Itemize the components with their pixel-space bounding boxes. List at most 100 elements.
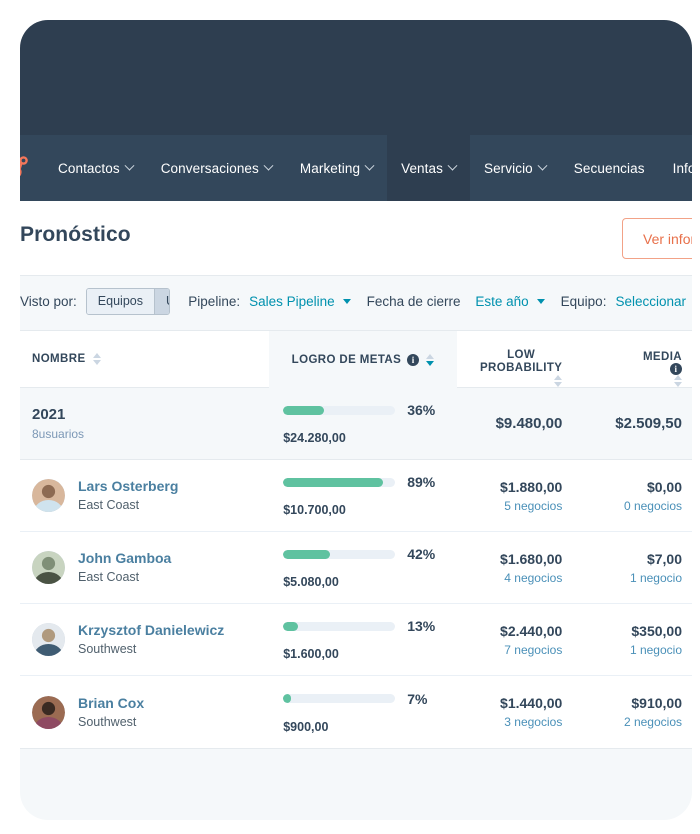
name-block: Lars Osterberg East Coast bbox=[78, 478, 178, 513]
top-dark-area bbox=[20, 20, 692, 135]
goal-amount: $24.280,00 bbox=[283, 431, 346, 445]
view-by-label: Visto por: bbox=[20, 293, 77, 309]
info-icon[interactable]: i bbox=[670, 363, 682, 375]
name-cell: Brian Cox Southwest bbox=[20, 695, 269, 730]
nav-item-secuencias[interactable]: Secuencias bbox=[560, 135, 659, 201]
person-name[interactable]: John Gamboa bbox=[78, 550, 171, 567]
summary-name-cell: 2021 8usuarios bbox=[20, 406, 269, 442]
sort-desc-icon bbox=[426, 360, 435, 366]
table-row[interactable]: Brian Cox Southwest 7% $900,00 $1.440,00 3 ne… bbox=[20, 676, 692, 748]
segment-option-usuarios[interactable]: Usuarios bbox=[153, 288, 170, 314]
avatar-brian bbox=[32, 695, 65, 729]
avatar-john bbox=[32, 551, 65, 584]
chevron-down-icon bbox=[447, 160, 458, 171]
media-deals-link[interactable]: 0 negocios bbox=[624, 499, 682, 513]
column-header-logro-de-metas[interactable]: LOGRO DE METAS i bbox=[269, 331, 457, 388]
table-row[interactable]: John Gamboa East Coast 42% $5.080,00 $1.680,… bbox=[20, 532, 692, 604]
summary-media-cell: $2.509,50 bbox=[576, 415, 692, 432]
sort-asc-icon bbox=[554, 375, 563, 380]
goal-cell: 42% $5.080,00 bbox=[269, 546, 456, 589]
low-deals-link[interactable]: 5 negocios bbox=[504, 499, 562, 513]
person-name[interactable]: Krzysztof Danielewicz bbox=[78, 622, 224, 639]
close-date-label: Fecha de cierre bbox=[366, 293, 461, 309]
media-cell: $910,00 2 negocios bbox=[576, 695, 692, 729]
low-probability-cell: $2.440,00 7 negocios bbox=[457, 623, 577, 657]
column-header-nombre[interactable]: NOMBRE bbox=[20, 331, 269, 387]
summary-name-block: 2021 8usuarios bbox=[32, 406, 84, 442]
chevron-down-icon bbox=[537, 160, 548, 171]
sort-desc-icon bbox=[674, 382, 682, 387]
name-block: Krzysztof Danielewicz Southwest bbox=[78, 622, 224, 657]
low-deals-link[interactable]: 4 negocios bbox=[504, 571, 562, 585]
low-amount: $9.480,00 bbox=[495, 415, 563, 432]
column-header-low-probability[interactable]: LOW PROBABILITY bbox=[457, 331, 577, 387]
nav-label: Servicio bbox=[483, 160, 533, 176]
chevron-down-icon bbox=[364, 160, 375, 171]
goal-amount: $900,00 bbox=[283, 719, 329, 734]
nav-item-conversaciones[interactable]: Conversaciones bbox=[147, 135, 286, 201]
progress-bar-fill bbox=[283, 477, 383, 487]
goal-amount: $1.600,00 bbox=[283, 647, 339, 661]
progress-bar bbox=[283, 694, 396, 703]
nav-label: Secuencias bbox=[573, 160, 645, 176]
person-name[interactable]: Lars Osterberg bbox=[78, 478, 178, 495]
progress-percent: 13% bbox=[407, 618, 436, 634]
summary-low-cell: $9.480,00 bbox=[457, 415, 577, 432]
low-deals-link[interactable]: 7 negocios bbox=[504, 643, 562, 657]
nav-item-ventas[interactable]: Ventas bbox=[387, 135, 470, 201]
progress-group: 13% bbox=[283, 618, 442, 634]
progress-bar bbox=[283, 405, 396, 415]
segment-option-equipos[interactable]: Equipos bbox=[86, 288, 154, 314]
table-row[interactable]: Lars Osterberg East Coast 89% $10.700,00 $1.… bbox=[20, 460, 692, 532]
nav-item-servicio[interactable]: Servicio bbox=[470, 135, 560, 201]
avatar-krzysztof bbox=[32, 623, 65, 656]
close-date-select[interactable]: Este año bbox=[475, 294, 528, 309]
pipeline-select[interactable]: Sales Pipeline bbox=[249, 294, 335, 309]
column-label: LOGRO DE METAS bbox=[291, 353, 402, 366]
info-icon[interactable]: i bbox=[407, 353, 420, 366]
nav-item-contactos[interactable]: Contactos bbox=[44, 135, 147, 201]
low-deals-link[interactable]: 3 negocios bbox=[504, 715, 562, 729]
chevron-down-icon[interactable] bbox=[536, 298, 545, 304]
chevron-down-icon[interactable] bbox=[342, 298, 351, 304]
nav-item-informes[interactable]: Informes bbox=[659, 135, 692, 201]
media-deals-link[interactable]: 1 negocio bbox=[630, 571, 682, 585]
media-deals-link[interactable]: 2 negocios bbox=[624, 715, 682, 729]
column-header-media[interactable]: MEDIA i bbox=[576, 331, 692, 387]
main-navigation: Contactos Conversaciones Marketing Venta… bbox=[20, 135, 692, 201]
goal-amount: $5.080,00 bbox=[283, 575, 339, 589]
sort-control[interactable] bbox=[554, 375, 563, 387]
media-deals-link[interactable]: 1 negocio bbox=[630, 643, 682, 657]
low-amount: $1.680,00 bbox=[500, 550, 563, 567]
sort-asc-icon bbox=[92, 353, 101, 358]
nav-label: Informes bbox=[672, 160, 692, 176]
media-cell: $7,00 1 negocio bbox=[576, 551, 692, 585]
nav-item-marketing[interactable]: Marketing bbox=[286, 135, 387, 201]
sort-asc-icon bbox=[674, 375, 682, 380]
progress-bar bbox=[283, 477, 396, 487]
table-body: Lars Osterberg East Coast 89% $10.700,00 $1.… bbox=[20, 460, 692, 748]
summary-user-count: 8usuarios bbox=[32, 426, 85, 441]
view-report-button[interactable]: Ver informe bbox=[622, 218, 692, 259]
table-row[interactable]: Krzysztof Danielewicz Southwest 13% $1.600,… bbox=[20, 604, 692, 676]
goal-cell: 13% $1.600,00 bbox=[269, 618, 456, 661]
sort-control[interactable] bbox=[426, 353, 435, 366]
sort-control[interactable] bbox=[92, 353, 101, 365]
name-block: Brian Cox Southwest bbox=[78, 695, 144, 730]
hubspot-sprocket-logo[interactable] bbox=[20, 135, 44, 201]
goal-cell: 7% $900,00 bbox=[269, 691, 456, 734]
forecast-table: NOMBRE LOGRO DE METAS i LOW PROBABILITY … bbox=[20, 330, 692, 749]
sort-control[interactable] bbox=[674, 375, 682, 387]
avatar-image bbox=[32, 479, 65, 512]
avatar-image bbox=[32, 551, 65, 584]
progress-bar-fill bbox=[283, 694, 292, 703]
person-team: East Coast bbox=[78, 570, 140, 584]
person-name[interactable]: Brian Cox bbox=[78, 695, 144, 712]
avatar-image bbox=[32, 695, 65, 729]
media-amount: $0,00 bbox=[646, 478, 682, 495]
progress-group: 36% bbox=[283, 402, 442, 418]
team-select[interactable]: Seleccionar bbox=[615, 294, 686, 309]
view-by-segmented-control[interactable]: Equipos Usuarios bbox=[85, 287, 171, 315]
sort-asc-icon bbox=[426, 353, 435, 359]
column-label-line1: LOW bbox=[507, 349, 536, 361]
